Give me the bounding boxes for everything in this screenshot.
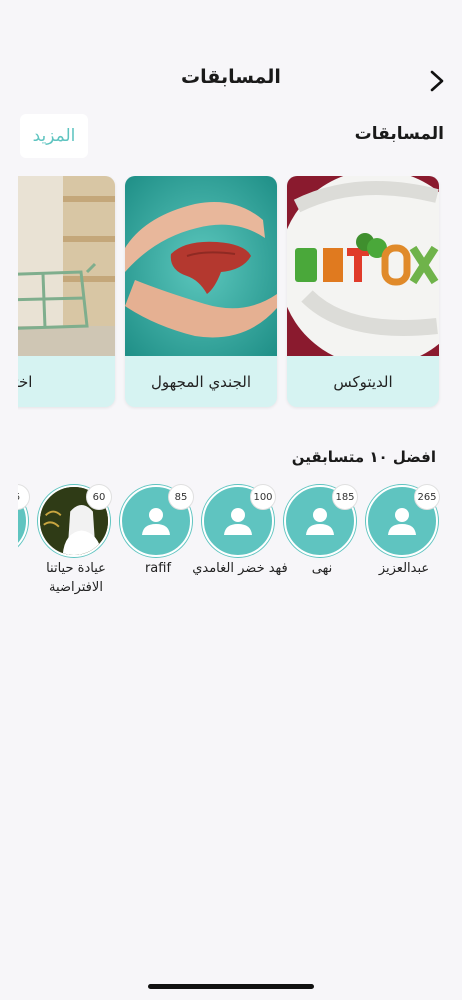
- score-badge: 185: [332, 484, 358, 510]
- detox-vegetables-image: [287, 176, 439, 356]
- competition-card-choose-right[interactable]: اختارها صح: [18, 176, 115, 407]
- user-icon: [388, 508, 416, 535]
- top-players-title: افضل ١٠ متسابقين: [291, 448, 436, 466]
- card-label: اختارها صح: [18, 372, 33, 391]
- section-title-competitions: المسابقات: [354, 124, 444, 144]
- score-badge: 5: [18, 484, 30, 510]
- supermarket-cart-image: [18, 176, 115, 356]
- card-label: الديتوكس: [333, 372, 393, 391]
- user-icon: [306, 508, 334, 535]
- top-players-list[interactable]: 265 عبدالعزيز 185 نهى 100 فهد خضر الغامد…: [18, 482, 444, 612]
- page-title: المسابقات: [181, 66, 281, 88]
- liver-hands-image: [125, 176, 277, 356]
- competition-card-detox[interactable]: الديتوكس: [287, 176, 439, 407]
- chevron-right-icon: [430, 70, 444, 92]
- user-icon: [224, 508, 252, 535]
- score-badge: 265: [414, 484, 440, 510]
- user-icon: [142, 508, 170, 535]
- competitions-carousel[interactable]: الديتوكس الجندي المجهول اخ: [18, 176, 462, 410]
- back-button[interactable]: [426, 68, 448, 94]
- player-name: عيادة حياتنا الافتراضية: [46, 561, 106, 595]
- competition-card-unknown-soldier[interactable]: الجندي المجهول: [125, 176, 277, 407]
- card-label: الجندي المجهول: [151, 372, 251, 391]
- score-badge: 85: [168, 484, 194, 510]
- score-badge: 100: [250, 484, 276, 510]
- more-button[interactable]: المزيد: [20, 114, 88, 158]
- score-badge: 60: [86, 484, 112, 510]
- home-indicator[interactable]: [148, 984, 314, 989]
